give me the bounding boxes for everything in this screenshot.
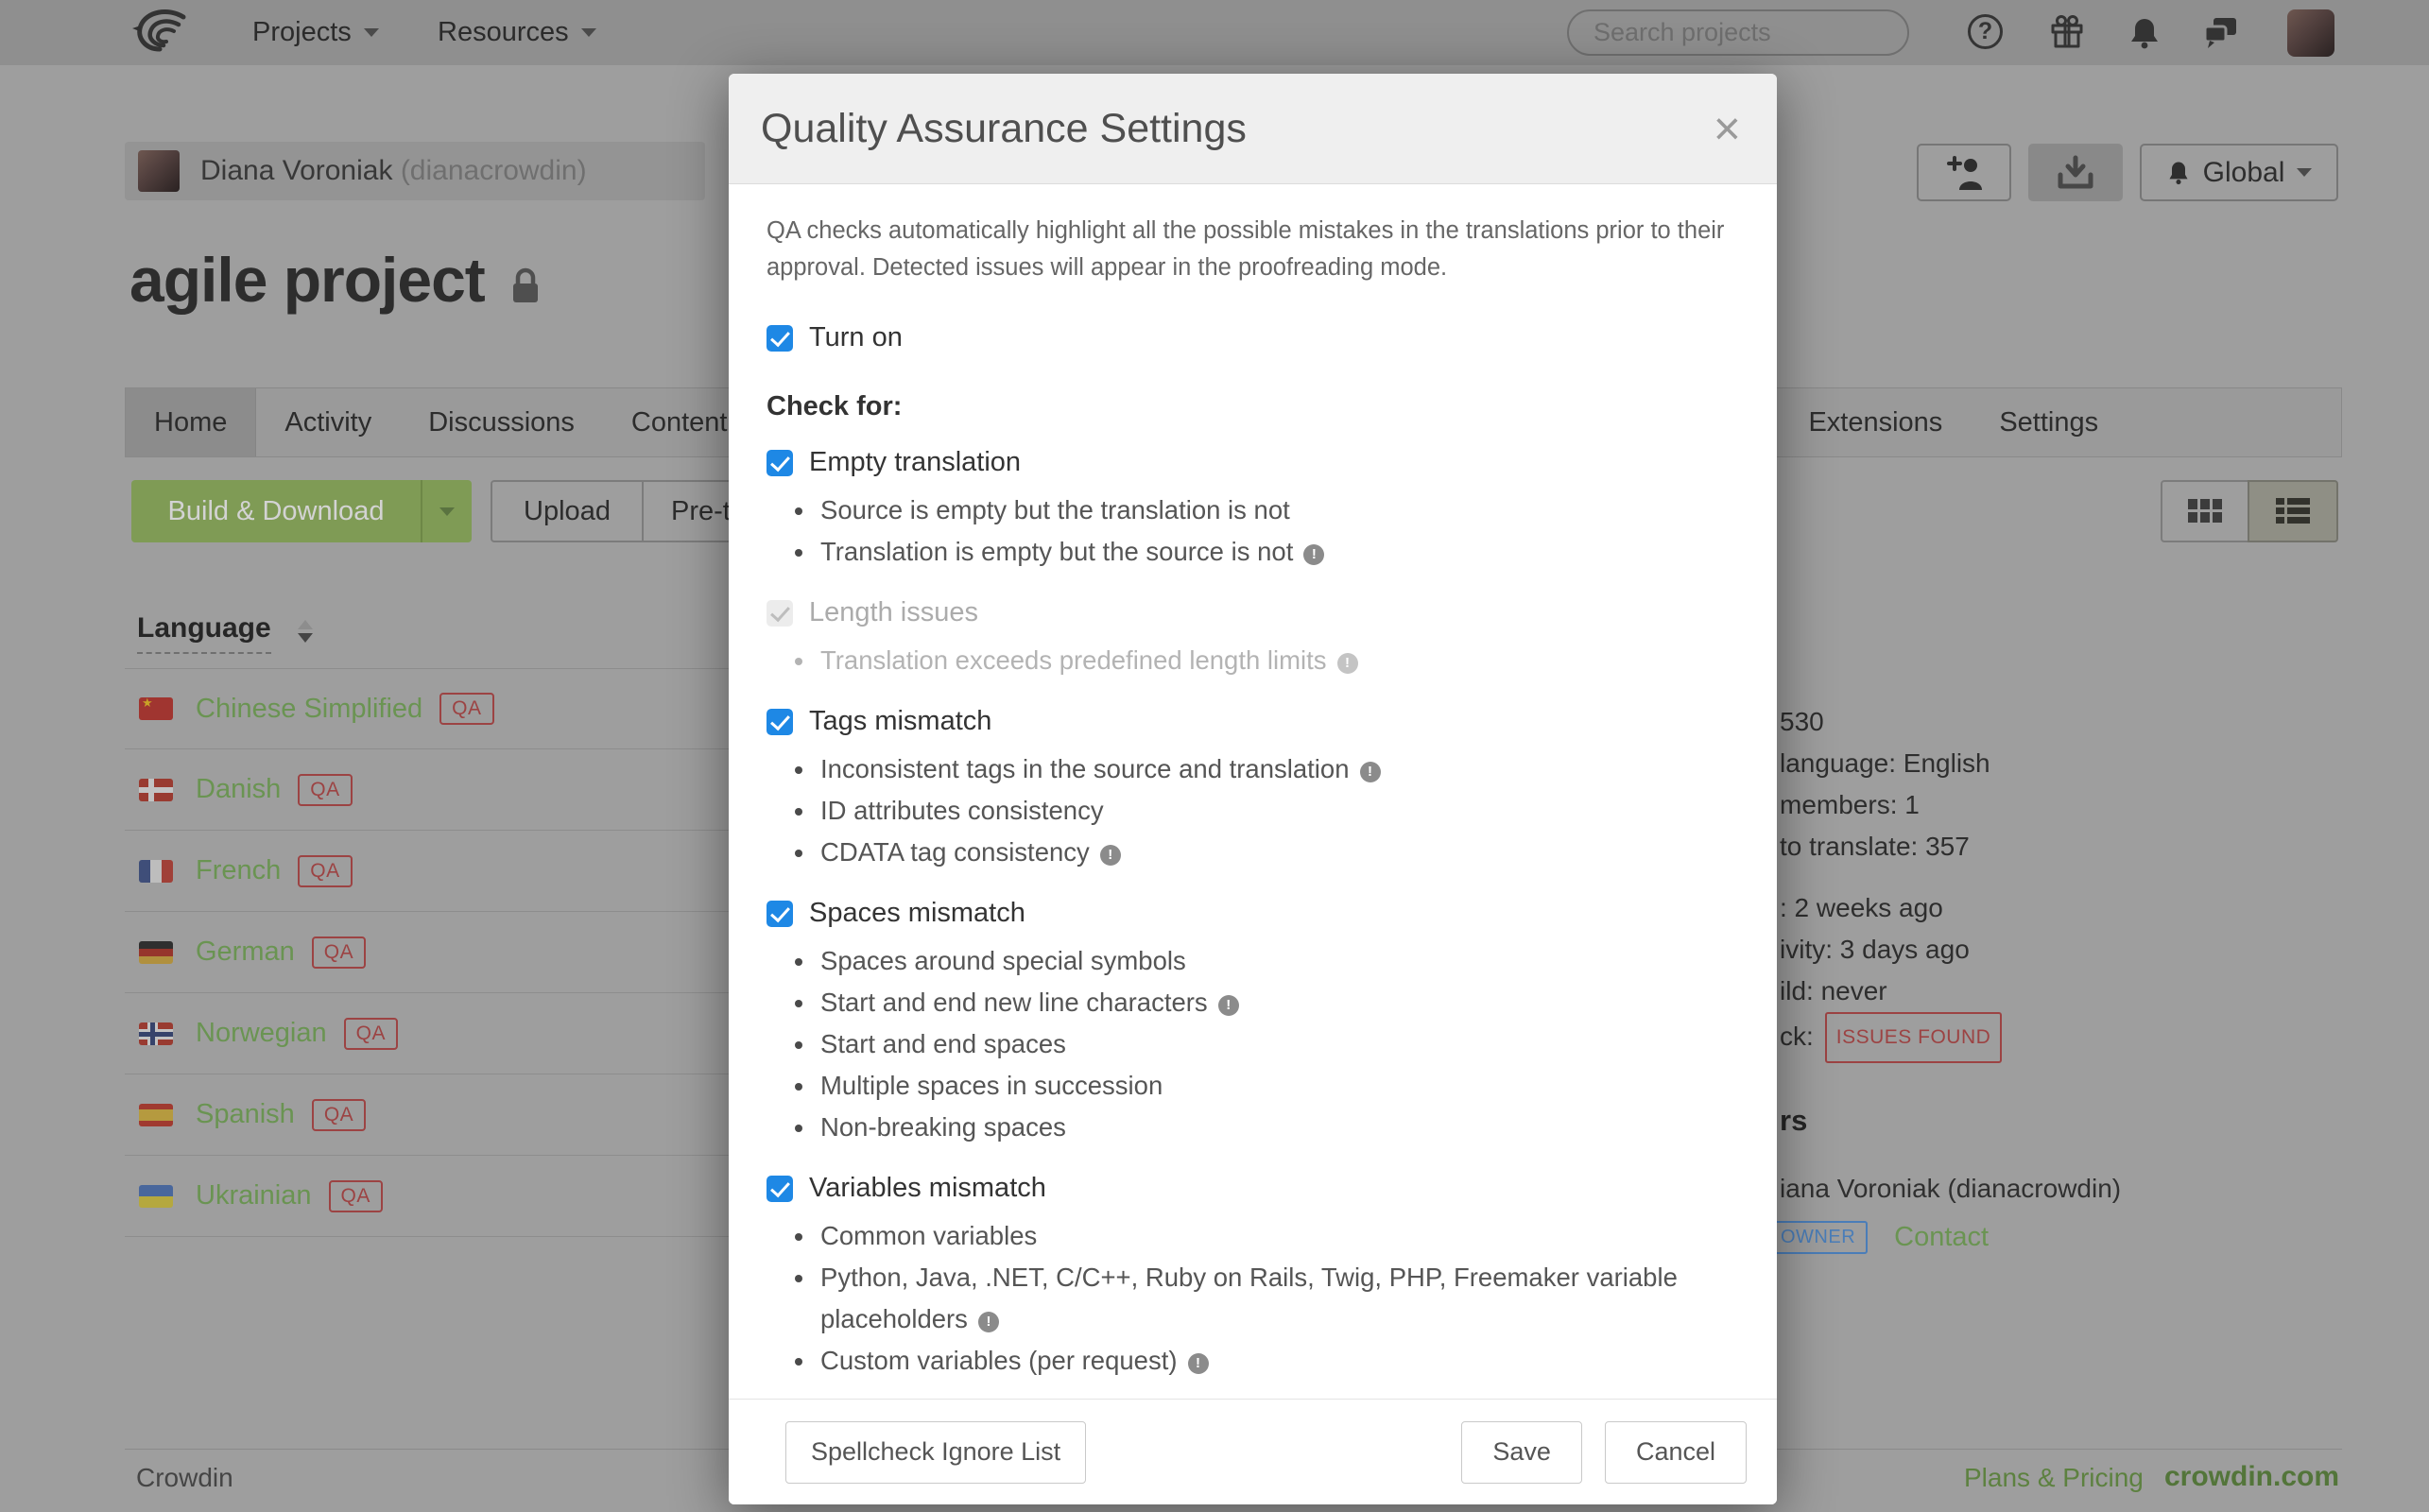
modal-header: Quality Assurance Settings × (729, 74, 1777, 184)
qa-check-section: Spaces mismatch Spaces around special sy… (767, 898, 1739, 1148)
qa-description: QA checks automatically highlight all th… (767, 213, 1731, 286)
checkbox[interactable] (767, 1176, 793, 1202)
qa-bullet: Common variables (767, 1215, 1683, 1257)
checkbox-label: Spaces mismatch (809, 898, 1025, 929)
qa-check-row[interactable]: Variables mismatch (767, 1173, 1739, 1204)
qa-check-row[interactable]: Spaces mismatch (767, 898, 1739, 929)
info-icon[interactable]: ! (1188, 1353, 1209, 1374)
qa-bullet: CDATA tag consistency! (767, 832, 1683, 873)
info-icon[interactable]: ! (1360, 762, 1381, 782)
qa-sections: Empty translation Source is empty but th… (767, 447, 1739, 1382)
save-button[interactable]: Save (1461, 1421, 1582, 1484)
checkbox[interactable] (767, 901, 793, 927)
qa-check-section: Empty translation Source is empty but th… (767, 447, 1739, 573)
qa-bullet-list: Translation exceeds predefined length li… (767, 640, 1739, 681)
checkbox[interactable] (767, 709, 793, 735)
qa-check-section: Variables mismatch Common variablesPytho… (767, 1173, 1739, 1382)
qa-bullet: Start and end spaces (767, 1023, 1683, 1065)
qa-bullet: Source is empty but the translation is n… (767, 490, 1683, 531)
info-icon[interactable]: ! (1303, 544, 1324, 565)
spellcheck-ignore-list-button[interactable]: Spellcheck Ignore List (785, 1421, 1086, 1484)
checkbox[interactable] (767, 450, 793, 476)
modal-footer: Spellcheck Ignore List Save Cancel (729, 1399, 1777, 1504)
turn-on-checkbox[interactable] (767, 325, 793, 352)
qa-bullet: Python, Java, .NET, C/C++, Ruby on Rails… (767, 1257, 1683, 1340)
turn-on-checkbox-row[interactable]: Turn on (767, 322, 1739, 353)
info-icon[interactable]: ! (1100, 845, 1121, 866)
qa-bullet: Multiple spaces in succession (767, 1065, 1683, 1107)
checkbox-label: Empty translation (809, 447, 1021, 478)
qa-bullet: ID attributes consistency (767, 790, 1683, 832)
close-icon[interactable]: × (1710, 105, 1745, 152)
modal-title: Quality Assurance Settings (761, 106, 1247, 152)
modal-body: QA checks automatically highlight all th… (729, 184, 1777, 1382)
cancel-button[interactable]: Cancel (1605, 1421, 1747, 1484)
qa-settings-modal: Quality Assurance Settings × QA checks a… (729, 74, 1777, 1504)
checkbox-label: Length issues (809, 597, 978, 628)
checkbox[interactable] (767, 600, 793, 627)
qa-bullet: Start and end new line characters! (767, 982, 1683, 1023)
info-icon[interactable]: ! (1337, 653, 1358, 674)
qa-bullet: Custom variables (per request)! (767, 1340, 1683, 1382)
qa-bullet: Inconsistent tags in the source and tran… (767, 748, 1683, 790)
checkbox-label: Variables mismatch (809, 1173, 1046, 1204)
qa-check-section: Length issues Translation exceeds predef… (767, 597, 1739, 681)
qa-bullet: Spaces around special symbols (767, 940, 1683, 982)
qa-bullet: Translation is empty but the source is n… (767, 531, 1683, 573)
qa-bullet-list: Spaces around special symbolsStart and e… (767, 940, 1739, 1148)
qa-bullet-list: Inconsistent tags in the source and tran… (767, 748, 1739, 873)
qa-bullet: Translation exceeds predefined length li… (767, 640, 1683, 681)
info-icon[interactable]: ! (1218, 995, 1239, 1016)
qa-check-row[interactable]: Empty translation (767, 447, 1739, 478)
qa-bullet-list: Common variablesPython, Java, .NET, C/C+… (767, 1215, 1739, 1382)
check-for-heading: Check for: (767, 391, 1739, 422)
qa-bullet: Non-breaking spaces (767, 1107, 1683, 1148)
qa-check-row[interactable]: Length issues (767, 597, 1739, 628)
info-icon[interactable]: ! (978, 1312, 999, 1332)
turn-on-label: Turn on (809, 322, 903, 353)
qa-check-section: Tags mismatch Inconsistent tags in the s… (767, 706, 1739, 873)
qa-bullet-list: Source is empty but the translation is n… (767, 490, 1739, 573)
qa-check-row[interactable]: Tags mismatch (767, 706, 1739, 737)
checkbox-label: Tags mismatch (809, 706, 991, 737)
